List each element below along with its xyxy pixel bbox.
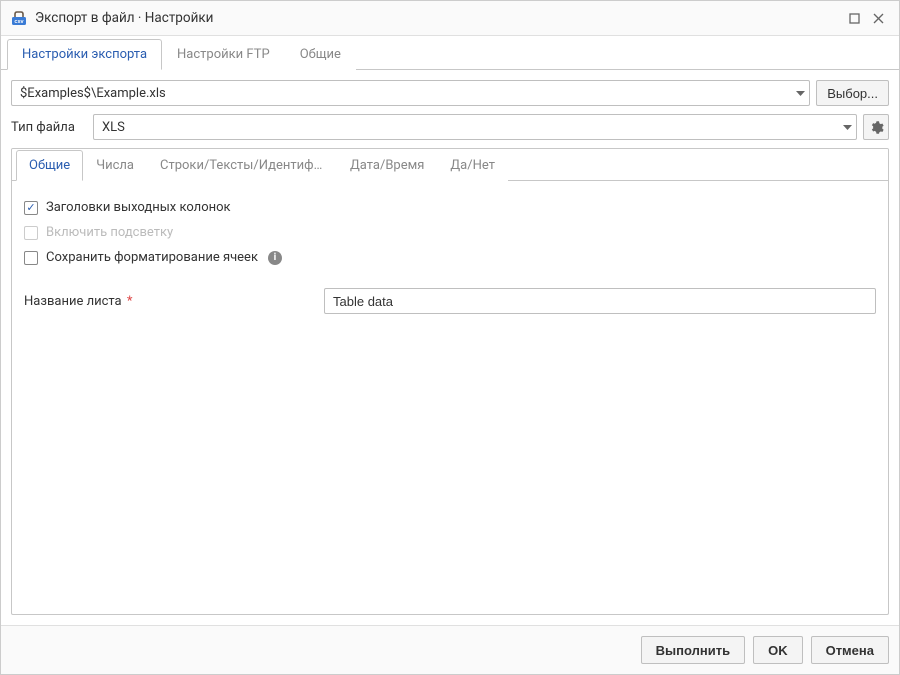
file-path-select[interactable]: $Examples$\Example.xls <box>11 80 810 106</box>
option-headers-row: Заголовки выходных колонок <box>24 195 876 220</box>
inner-tab-strings[interactable]: Строки/Тексты/Идентифик... <box>147 150 337 181</box>
filetype-select[interactable]: XLS <box>93 114 857 140</box>
inner-tab-general[interactable]: Общие <box>16 150 83 181</box>
gear-icon <box>869 120 884 135</box>
inner-tab-numbers[interactable]: Числа <box>83 150 147 181</box>
tab-general[interactable]: Общие <box>285 39 356 70</box>
option-highlight-row: Включить подсветку <box>24 220 876 245</box>
caret-down-icon <box>791 91 809 96</box>
headers-checkbox[interactable] <box>24 201 38 215</box>
highlight-label: Включить подсветку <box>46 225 173 240</box>
window-title: Экспорт в файл · Настройки <box>35 10 841 26</box>
filetype-value: XLS <box>94 120 838 135</box>
tab-ftp-settings[interactable]: Настройки FTP <box>162 39 285 70</box>
close-button[interactable] <box>867 7 889 29</box>
app-icon: csv <box>11 10 27 26</box>
maximize-button[interactable] <box>843 7 865 29</box>
inner-tabs: Общие Числа Строки/Тексты/Идентифик... Д… <box>12 149 888 181</box>
main-tabs: Настройки экспорта Настройки FTP Общие <box>1 38 899 70</box>
sheet-name-input[interactable] <box>324 288 876 314</box>
sheet-name-label: Название листа * <box>24 294 324 309</box>
inner-tab-yesno[interactable]: Да/Нет <box>437 150 508 181</box>
choose-file-button[interactable]: Выбор... <box>816 80 889 106</box>
run-button[interactable]: Выполнить <box>641 636 745 664</box>
keepformat-checkbox[interactable] <box>24 251 38 265</box>
highlight-checkbox <box>24 226 38 240</box>
tab-export-settings[interactable]: Настройки экспорта <box>7 39 162 70</box>
svg-text:csv: csv <box>14 19 24 25</box>
filetype-settings-button[interactable] <box>863 114 889 140</box>
info-icon[interactable]: i <box>268 251 282 265</box>
file-path-value: $Examples$\Example.xls <box>12 86 791 101</box>
option-keepformat-row: Сохранить форматирование ячеек i <box>24 245 876 270</box>
inner-tab-datetime[interactable]: Дата/Время <box>337 150 437 181</box>
filetype-label: Тип файла <box>11 120 87 135</box>
caret-down-icon <box>838 125 856 130</box>
cancel-button[interactable]: Отмена <box>811 636 889 664</box>
keepformat-label: Сохранить форматирование ячеек <box>46 250 258 265</box>
headers-label: Заголовки выходных колонок <box>46 200 231 215</box>
dialog-footer: Выполнить OK Отмена <box>1 625 899 674</box>
titlebar: csv Экспорт в файл · Настройки <box>1 1 899 36</box>
ok-button[interactable]: OK <box>753 636 803 664</box>
